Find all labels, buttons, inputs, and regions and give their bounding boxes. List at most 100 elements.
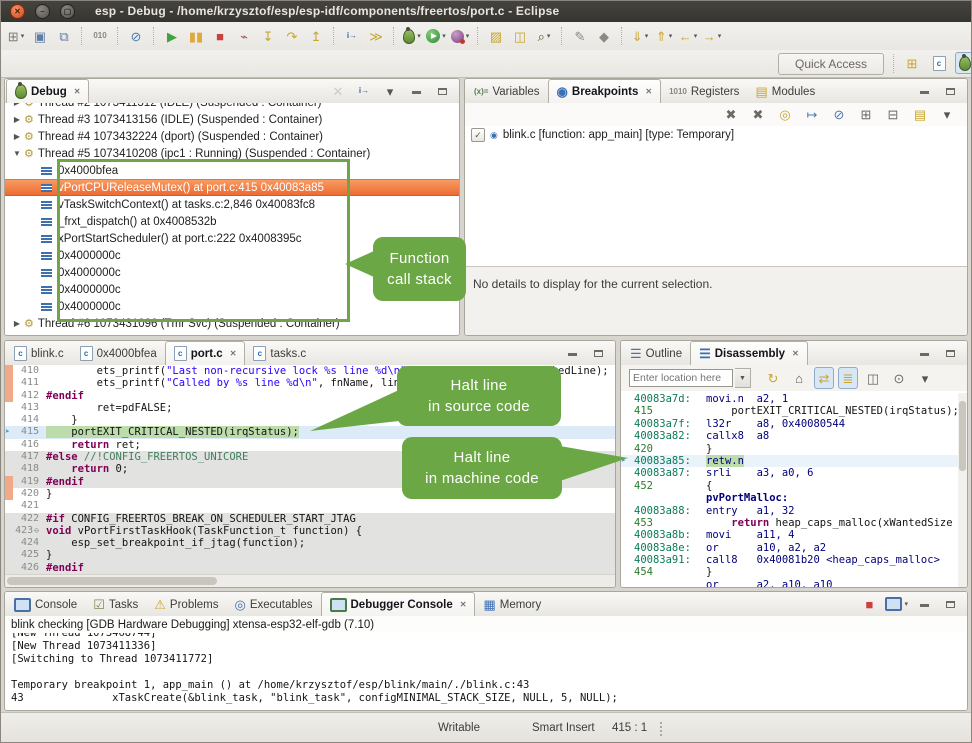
code-line-416[interactable]: 416 return ret; (5, 439, 615, 451)
previous-edit-location-button[interactable]: ⇑▾ (653, 25, 675, 47)
disassembly-source-line[interactable]: 420} (621, 443, 958, 455)
top-right-tab-registers[interactable]: 1010Registers (661, 80, 747, 103)
thread-row[interactable]: ▼⚙Thread #5 1073410208 (ipc1 : Running) … (5, 145, 459, 162)
console-tab-console[interactable]: Console (6, 593, 85, 616)
maximize-button[interactable] (939, 80, 961, 102)
line-number[interactable]: 411 (13, 377, 46, 389)
code-line-417[interactable]: 417#else //!CONFIG_FREERTOS_UNICORE (5, 451, 615, 463)
collapse-all-button[interactable]: ⊟ (882, 104, 904, 126)
console-tab-memory[interactable]: ▦Memory (475, 593, 549, 616)
window-close-button[interactable]: ✕ (10, 4, 25, 19)
code-line-419[interactable]: 419#endif (5, 476, 615, 488)
editor-tab-blink-c[interactable]: cblink.c (6, 342, 72, 365)
minimize-button[interactable] (913, 342, 935, 364)
close-tab-icon[interactable]: ✕ (645, 87, 652, 96)
open-new-view-button[interactable]: ◫ (862, 367, 884, 389)
step-return-button[interactable]: ↥ (305, 25, 327, 47)
breakpoint-groups-button[interactable]: ▤ (909, 104, 931, 126)
stack-frame-row[interactable]: 0x4000000c (5, 298, 459, 315)
code-line-423[interactable]: 423⊖void vPortFirstTaskHook(TaskFunction… (5, 525, 615, 537)
save-all-button[interactable]: ⧉ (53, 25, 75, 47)
line-number[interactable]: 417 (13, 451, 46, 463)
minimize-button[interactable] (913, 593, 935, 615)
line-number[interactable]: 410 (13, 365, 46, 377)
forward-button[interactable]: →▾ (701, 25, 723, 47)
view-menu-button[interactable]: ▾ (379, 80, 401, 102)
line-number[interactable]: 415 (13, 426, 46, 438)
run-button[interactable]: ▾ (425, 25, 447, 47)
minimize-button[interactable] (913, 80, 935, 102)
refresh-button[interactable]: ↻ (762, 367, 784, 389)
close-tab-icon[interactable]: ✕ (460, 600, 467, 609)
view-menu-button[interactable]: ▾ (936, 104, 958, 126)
console-tab-tasks[interactable]: ☑Tasks (85, 593, 146, 616)
code-line-414[interactable]: 414 } (5, 414, 615, 426)
code-line-424[interactable]: 424 esp_set_breakpoint_if_jtag(function)… (5, 537, 615, 549)
new-wizard-button[interactable]: ⊞▾ (5, 25, 27, 47)
disassembly-line[interactable]: 40083a87:srli a3, a0, 6 (621, 467, 958, 479)
code-line-412[interactable]: 412#endif (5, 390, 615, 402)
expand-all-button[interactable]: ⊞ (855, 104, 877, 126)
breakpoints-list[interactable]: ✓◉blink.c [function: app_main] [type: Te… (465, 126, 967, 266)
remove-all-breakpoints-button[interactable]: ✖ (747, 104, 769, 126)
line-number[interactable]: 424 (13, 537, 46, 549)
link-with-debug-view-button[interactable]: ↦ (801, 104, 823, 126)
code-line-426[interactable]: 426#endif (5, 562, 615, 574)
display-selected-console-button[interactable]: ▾ (884, 593, 909, 615)
console-tab-debugger-console[interactable]: Debugger Console✕ (321, 592, 476, 616)
terminate-button[interactable]: ■ (209, 25, 231, 47)
top-right-tab-breakpoints[interactable]: ◉Breakpoints✕ (548, 79, 662, 103)
code-line-413[interactable]: 413 ret=pdFALSE; (5, 402, 615, 414)
stack-frame-row[interactable]: 0x4000bfea (5, 162, 459, 179)
step-over-button[interactable]: ↷ (281, 25, 303, 47)
line-number[interactable]: 414 (13, 414, 46, 426)
suspend-button[interactable]: ▮▮ (185, 25, 207, 47)
code-line-425[interactable]: 425} (5, 549, 615, 561)
stack-frame-row[interactable]: vPortCPUReleaseMutex() at port.c:415 0x4… (5, 179, 459, 196)
disassembly-line[interactable]: 40083a8e:or a10, a2, a2 (621, 542, 958, 554)
open-perspective-button[interactable]: ⊞ (901, 52, 923, 74)
console-tab-executables[interactable]: ◎Executables (227, 593, 321, 616)
line-number[interactable]: 413 (13, 402, 46, 414)
window-maximize-button[interactable]: ▢ (60, 4, 75, 19)
line-number[interactable]: 422 (13, 513, 46, 525)
code-line-422[interactable]: 422#if CONFIG_FREERTOS_BREAK_ON_SCHEDULE… (5, 513, 615, 525)
close-tab-icon[interactable]: ✕ (230, 349, 237, 358)
minimize-button[interactable] (561, 342, 583, 364)
thread-row[interactable]: ▶⚙Thread #4 1073432224 (dport) (Suspende… (5, 128, 459, 145)
line-number[interactable]: 412 (13, 390, 46, 402)
disassembly-source-line[interactable]: 453 return heap_caps_malloc(xWantedSize (621, 517, 958, 529)
remove-all-terminated-button[interactable]: ✕ (327, 80, 349, 102)
top-right-tab-modules[interactable]: ▤Modules (747, 80, 823, 103)
line-number[interactable]: 420 (13, 488, 46, 500)
skip-all-breakpoints-toggle[interactable]: ⊘ (828, 104, 850, 126)
maximize-button[interactable] (939, 342, 961, 364)
quick-access-button[interactable]: Quick Access (778, 53, 884, 75)
thread-row[interactable]: ▶⚙Thread #3 1073413156 (IDLE) (Suspended… (5, 111, 459, 128)
search-button[interactable]: ⌕▾ (533, 25, 555, 47)
minimize-button[interactable] (405, 80, 427, 102)
line-number[interactable]: 421 (13, 500, 46, 512)
debug-button[interactable]: ▾ (401, 25, 423, 47)
debug-call-stack-tree[interactable]: ▶⚙Thread #2 1073411312 (IDLE) (Suspended… (5, 103, 459, 335)
instruction-stepping-toggle[interactable]: i→ (341, 25, 363, 47)
maximize-button[interactable] (939, 593, 961, 615)
cpp-perspective-button[interactable]: c (928, 52, 950, 74)
console-output[interactable]: [New Thread 1073468744][New Thread 10734… (5, 633, 967, 710)
back-button[interactable]: ←▾ (677, 25, 699, 47)
mark-occurrences-button[interactable]: ✎ (569, 25, 591, 47)
top-right-tab-variables[interactable]: (x)=Variables (466, 80, 548, 103)
editor-tab-tasks-c[interactable]: ctasks.c (245, 342, 314, 365)
binary-counter-button[interactable]: 010 (89, 25, 111, 47)
line-number[interactable]: 425 (13, 549, 46, 561)
close-tab-icon[interactable]: ✕ (74, 87, 81, 96)
stack-frame-row[interactable]: xPortStartScheduler() at port.c:222 0x40… (5, 230, 459, 247)
code-line-421[interactable]: 421 (5, 500, 615, 512)
stack-frame-row[interactable]: 0x4000000c (5, 264, 459, 281)
home-button[interactable]: ⌂ (788, 367, 810, 389)
terminate-button[interactable]: ■ (858, 593, 880, 615)
instruction-stepping-mode-toggle[interactable]: i→ (353, 80, 375, 102)
thread-row[interactable]: ▶⚙Thread #6 1073431096 (Tmr Svc) (Suspen… (5, 315, 459, 332)
disassembly-source-line[interactable]: 452{ (621, 480, 958, 492)
code-line-415[interactable]: ➤415 portEXIT_CRITICAL_NESTED(irqStatus)… (5, 426, 615, 438)
